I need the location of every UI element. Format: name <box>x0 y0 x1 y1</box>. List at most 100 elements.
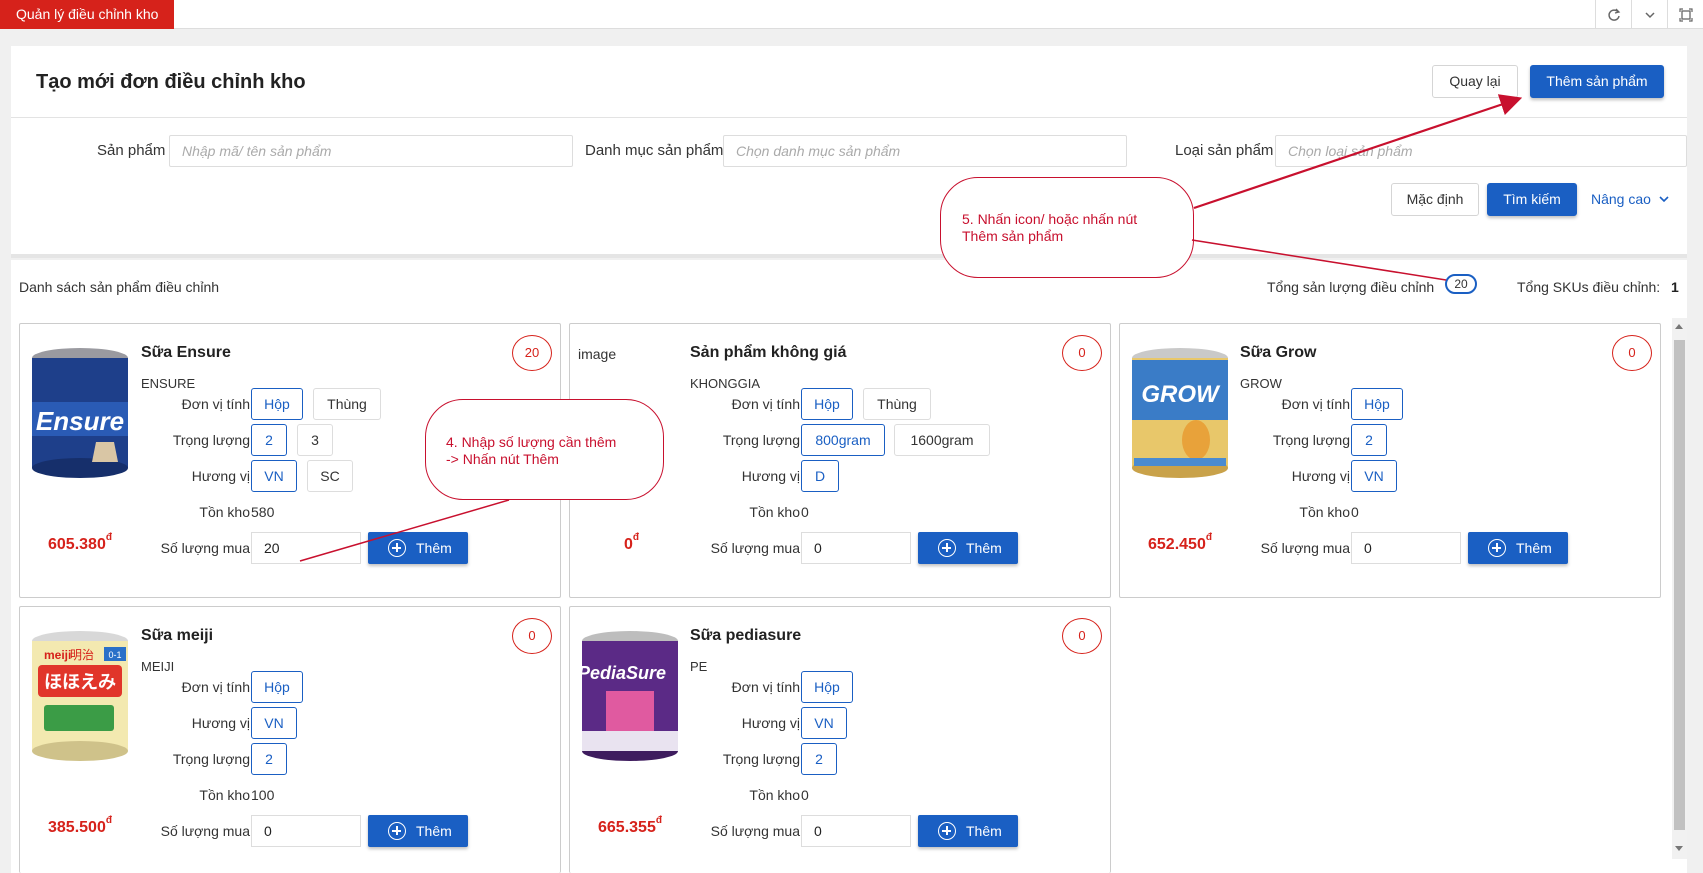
scroll-up-arrow-icon[interactable] <box>1675 324 1683 329</box>
unit-option-box[interactable]: Hộp <box>1351 388 1403 420</box>
plus-circle-icon <box>1488 539 1506 557</box>
unit-option-box[interactable]: Hộp <box>801 671 853 703</box>
product-code: PE <box>690 659 708 674</box>
stock-value: 100 <box>251 787 275 803</box>
add-button[interactable]: Thêm <box>368 815 468 847</box>
svg-text:Ensure: Ensure <box>36 406 124 436</box>
unit-option-box[interactable]: Hộp <box>251 671 303 703</box>
total-sku-label: Tổng SKUs điều chỉnh: <box>1517 279 1661 295</box>
product-name: Sản phẩm không giá <box>690 344 847 361</box>
annotation-step-5: 5. Nhấn icon/ hoặc nhấn nút Thêm sản phẩ… <box>940 177 1194 278</box>
qty-label: Số lượng mua <box>1260 540 1350 556</box>
product-count-badge: 20 <box>512 335 552 371</box>
flavor-option[interactable]: D <box>801 460 839 492</box>
type-select[interactable]: Chọn loại sản phẩm <box>1275 135 1687 167</box>
flavor-option[interactable]: VN <box>1351 460 1397 492</box>
flavor-label: Hương vị <box>741 715 800 731</box>
unit-option-box[interactable]: Hộp <box>801 388 853 420</box>
weight-option[interactable]: 2 <box>801 743 837 775</box>
unit-label: Đơn vị tính <box>731 679 800 695</box>
product-count-badge: 0 <box>512 618 552 654</box>
unit-label: Đơn vị tính <box>181 396 250 412</box>
add-button[interactable]: Thêm <box>918 532 1018 564</box>
create-adjustment-panel: Tạo mới đơn điều chỉnh kho Quay lại Thêm… <box>11 46 1687 254</box>
product-price: 665.355đ <box>598 815 662 836</box>
filter-section: Sản phẩm Nhập mã/ tên sản phẩm Danh mục … <box>11 118 1687 254</box>
qty-input[interactable]: 0 <box>1351 532 1461 564</box>
qty-input[interactable]: 20 <box>251 532 361 564</box>
add-button[interactable]: Thêm <box>368 532 468 564</box>
flavor-label: Hương vị <box>191 468 250 484</box>
weight-option[interactable]: 800gram <box>801 424 885 456</box>
qty-input[interactable]: 0 <box>801 532 911 564</box>
unit-option-box[interactable]: Hộp <box>251 388 303 420</box>
product-count-badge: 0 <box>1062 618 1102 654</box>
product-image-placeholder: image <box>578 346 617 362</box>
qty-label: Số lượng mua <box>160 823 250 839</box>
weight-label: Trọng lượng <box>172 751 250 767</box>
add-button[interactable]: Thêm <box>918 815 1018 847</box>
add-button-label: Thêm <box>966 823 1002 839</box>
chevron-down-icon[interactable] <box>1631 0 1667 29</box>
product-name: Sữa meiji <box>141 627 214 644</box>
product-code: GROW <box>1240 376 1282 391</box>
annotation-step-4: 4. Nhập số lượng cần thêm -> Nhấn nút Th… <box>425 399 664 500</box>
flavor-option[interactable]: VN <box>251 460 297 492</box>
product-image-ensure: Ensure <box>32 348 128 478</box>
svg-text:ほほえみ: ほほえみ <box>44 672 116 693</box>
flavor-option[interactable]: VN <box>801 707 847 739</box>
stock-value: 0 <box>801 504 809 520</box>
unit-label: Đơn vị tính <box>1281 396 1350 412</box>
add-button[interactable]: Thêm <box>1468 532 1568 564</box>
scroll-down-arrow-icon[interactable] <box>1675 846 1683 851</box>
add-button-label: Thêm <box>966 540 1002 556</box>
weight-option[interactable]: 1600gram <box>894 424 990 456</box>
back-button[interactable]: Quay lại <box>1432 65 1518 98</box>
category-select[interactable]: Chọn danh mục sản phẩm <box>723 135 1127 167</box>
product-price: 0đ <box>624 532 640 553</box>
scroll-thumb[interactable] <box>1674 340 1685 830</box>
annotation-step-5-line1: 5. Nhấn icon/ hoặc nhấn nút <box>962 211 1138 227</box>
tab-stock-adjustment[interactable]: Quản lý điều chỉnh kho <box>0 0 175 29</box>
svg-text:0-1: 0-1 <box>108 650 121 660</box>
add-button-label: Thêm <box>1516 540 1552 556</box>
annotation-step-4-line2: -> Nhấn nút Thêm <box>446 451 559 467</box>
fullscreen-icon[interactable] <box>1667 0 1703 29</box>
product-name: Sữa pediasure <box>690 627 802 644</box>
annotation-step-5-line2: Thêm sản phẩm <box>962 228 1064 244</box>
top-toolbar <box>1595 0 1703 29</box>
total-qty-badge: 20 <box>1445 274 1477 294</box>
svg-text:PediaSure: PediaSure <box>578 663 666 683</box>
qty-input[interactable]: 0 <box>801 815 911 847</box>
top-tab-bar: Quản lý điều chỉnh kho <box>0 0 1703 29</box>
product-image-grow: GROW <box>1132 348 1228 478</box>
plus-circle-icon <box>388 822 406 840</box>
category-filter-label: Danh mục sản phẩm <box>585 142 724 159</box>
type-filter-label: Loại sản phẩm <box>1175 142 1274 159</box>
page-title: Tạo mới đơn điều chỉnh kho <box>36 71 306 93</box>
unit-option-carton[interactable]: Thùng <box>313 388 381 420</box>
weight-option[interactable]: 3 <box>297 424 333 456</box>
unit-option-carton[interactable]: Thùng <box>863 388 931 420</box>
stock-label: Tồn kho <box>199 504 250 520</box>
product-search-input[interactable]: Nhập mã/ tên sản phẩm <box>169 135 573 167</box>
search-button[interactable]: Tìm kiếm <box>1487 183 1577 216</box>
stock-label: Tồn kho <box>1299 504 1350 520</box>
qty-input[interactable]: 0 <box>251 815 361 847</box>
advanced-search-link[interactable]: Nâng cao <box>1591 191 1670 207</box>
add-button-label: Thêm <box>416 540 452 556</box>
add-product-button[interactable]: Thêm sản phẩm <box>1530 65 1664 98</box>
refresh-icon[interactable] <box>1595 0 1631 29</box>
product-name: Sữa Grow <box>1240 344 1317 361</box>
weight-option[interactable]: 2 <box>1351 424 1387 456</box>
flavor-option[interactable]: SC <box>307 460 353 492</box>
default-button[interactable]: Mặc định <box>1391 183 1479 216</box>
list-scrollbar[interactable] <box>1672 318 1687 859</box>
weight-option[interactable]: 2 <box>251 743 287 775</box>
stock-value: 0 <box>1351 504 1359 520</box>
section-divider <box>11 254 1687 258</box>
weight-option[interactable]: 2 <box>251 424 287 456</box>
product-image-meiji: meiji 明治 0-1 ほほえみ <box>32 631 128 761</box>
weight-label: Trọng lượng <box>722 751 800 767</box>
flavor-option[interactable]: VN <box>251 707 297 739</box>
